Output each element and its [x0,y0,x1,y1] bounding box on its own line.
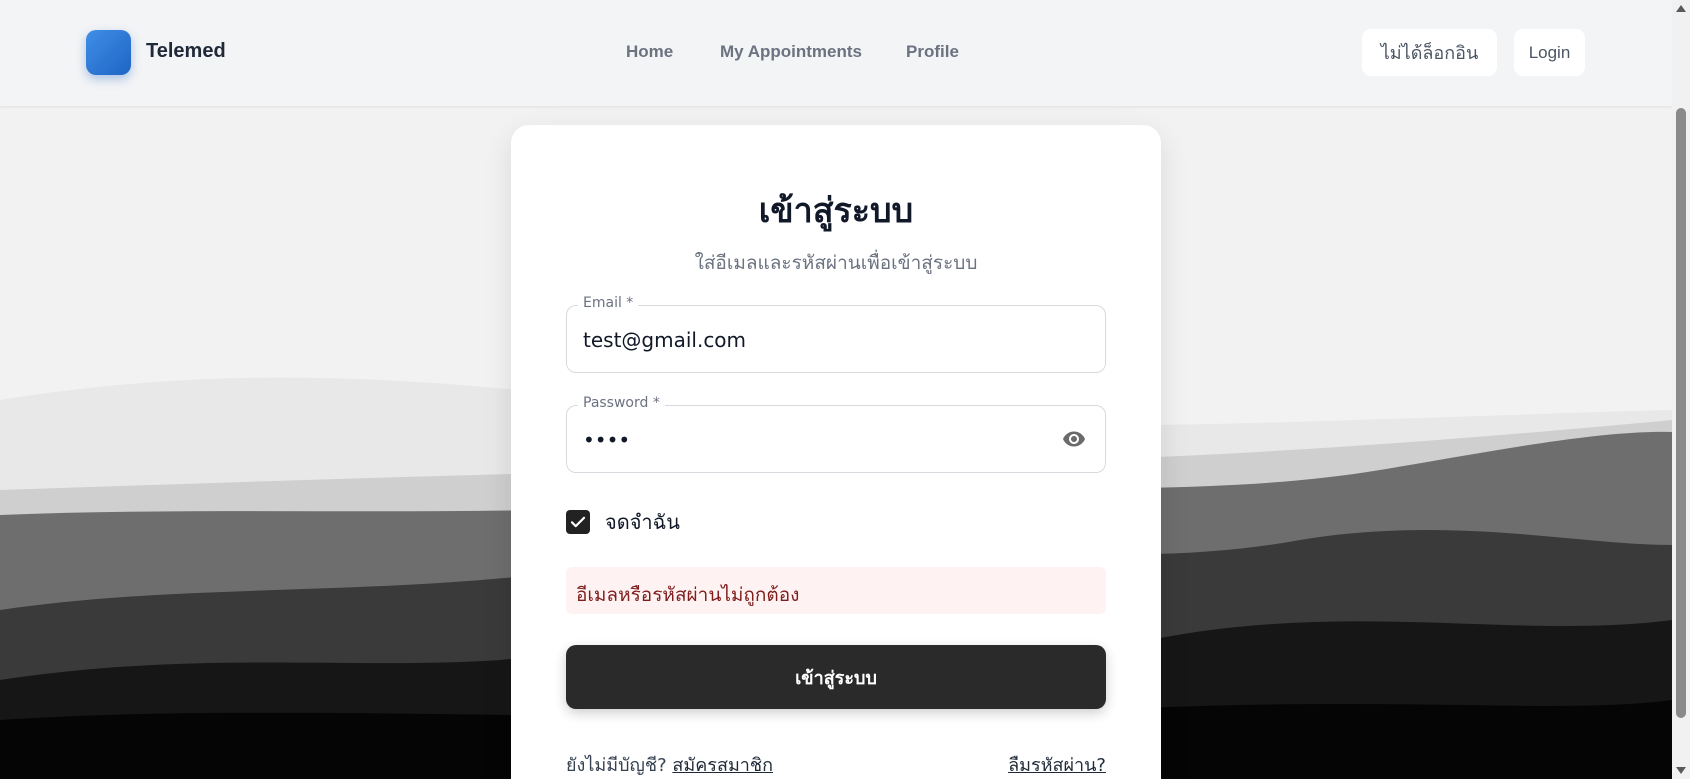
scroll-up-arrow-icon[interactable] [1676,5,1686,12]
scroll-thumb[interactable] [1676,108,1686,718]
remember-me-checkbox[interactable]: จดจำฉัน [566,509,680,535]
email-label: Email * [578,295,639,311]
card-footer: ยังไม่มีบัญชี? สมัครสมาชิก ลืมรหัสผ่าน? [566,750,1106,776]
password-input[interactable]: •••• [583,428,630,452]
password-label: Password * [578,395,665,411]
email-field[interactable]: Email * test@gmail.com [566,295,1106,373]
page-subtitle: ใส่อีเมลและรหัสผ่านเพื่อเข้าสู่ระบบ [694,252,978,274]
forgot-password-link[interactable]: ลืมรหัสผ่าน? [1008,750,1106,779]
brand-name[interactable]: Telemed [146,40,226,63]
checkmark-icon [570,516,586,528]
vertical-scrollbar[interactable] [1672,0,1690,779]
error-alert: อีเมลหรือรหัสผ่านไม่ถูกต้อง [566,567,1106,614]
checkbox-checked[interactable] [566,510,590,534]
nav-link-profile[interactable]: Profile [906,42,959,62]
login-card: เข้าสู่ระบบ ใส่อีเมลและรหัสผ่านเพื่อเข้า… [511,125,1161,779]
nav-link-home[interactable]: Home [626,42,673,62]
no-account-prompt: ยังไม่มีบัญชี? สมัครสมาชิก [566,750,773,779]
eye-icon[interactable] [1059,427,1089,451]
email-input[interactable]: test@gmail.com [583,328,746,352]
page-title: เข้าสู่ระบบ [758,191,914,231]
login-status-badge[interactable]: ไม่ได้ล็อกอิน [1362,29,1497,76]
app-logo-icon[interactable] [86,30,131,75]
no-account-text: ยังไม่มีบัญชี? [566,755,667,776]
login-button[interactable]: Login [1514,29,1585,76]
register-link[interactable]: สมัครสมาชิก [672,755,773,776]
error-message: อีเมลหรือรหัสผ่านไม่ถูกต้อง [576,584,800,606]
top-navbar: Telemed Home My Appointments Profile ไม่… [0,0,1672,106]
submit-login-button[interactable]: เข้าสู่ระบบ [566,645,1106,709]
password-field[interactable]: Password * •••• [566,395,1106,473]
remember-me-label[interactable]: จดจำฉัน [605,506,680,538]
nav-link-my-appointments[interactable]: My Appointments [720,42,862,62]
scroll-down-arrow-icon[interactable] [1676,767,1686,774]
